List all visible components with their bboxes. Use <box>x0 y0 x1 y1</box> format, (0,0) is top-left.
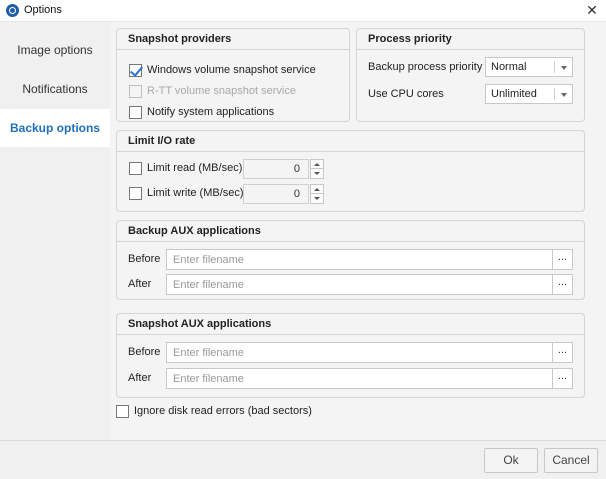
limit-io-group: Limit I/O rate Limit read (MB/sec) 0 Lim… <box>116 130 585 212</box>
limit-io-title: Limit I/O rate <box>117 131 584 152</box>
title-bar: Options ✕ <box>0 0 606 22</box>
sidebar-item-notifications[interactable]: Notifications <box>0 70 110 108</box>
backup-aux-title: Backup AUX applications <box>117 221 584 242</box>
spin-arrows-icon[interactable] <box>310 184 324 204</box>
limit-read-value: 0 <box>293 163 300 175</box>
limit-write-option[interactable]: Limit write (MB/sec) <box>129 185 249 203</box>
windows-vss-option[interactable]: Windows volume snapshot service <box>129 62 339 80</box>
rtt-vss-checkbox <box>129 85 142 98</box>
limit-read-label: Limit read (MB/sec) <box>147 162 243 174</box>
chevron-down-icon <box>561 93 567 97</box>
backup-aux-after-label: After <box>128 278 152 290</box>
snapshot-aux-before-label: Before <box>128 346 161 358</box>
backup-priority-label: Backup process priority <box>368 61 483 73</box>
cancel-button[interactable]: Cancel <box>544 448 598 473</box>
limit-write-value: 0 <box>293 188 300 200</box>
app-logo-icon <box>6 4 19 17</box>
spin-arrows-icon[interactable] <box>310 159 324 179</box>
backup-aux-after-input[interactable] <box>166 274 553 295</box>
process-priority-title: Process priority <box>357 29 584 50</box>
backup-priority-dropdown[interactable]: Normal <box>485 57 573 77</box>
windows-vss-label: Windows volume snapshot service <box>147 64 316 76</box>
limit-read-option[interactable]: Limit read (MB/sec) <box>129 160 249 178</box>
backup-options-panel: Snapshot providers Windows volume snapsh… <box>110 22 606 440</box>
snapshot-providers-group: Snapshot providers Windows volume snapsh… <box>116 28 350 122</box>
snapshot-aux-group: Snapshot AUX applications Before ... Aft… <box>116 313 585 398</box>
limit-write-label: Limit write (MB/sec) <box>147 187 244 199</box>
ignore-read-errors-option[interactable]: Ignore disk read errors (bad sectors) <box>116 403 376 421</box>
limit-write-increment[interactable] <box>310 184 324 194</box>
cpu-cores-value: Unlimited <box>491 88 537 100</box>
snapshot-aux-before-browse-button[interactable]: ... <box>552 342 573 363</box>
backup-priority-value: Normal <box>491 61 527 73</box>
sidebar-item-backup-options[interactable]: Backup options <box>0 109 110 147</box>
backup-aux-before-label: Before <box>128 253 161 265</box>
snapshot-aux-before-input[interactable] <box>166 342 553 363</box>
backup-aux-after-browse-button[interactable]: ... <box>552 274 573 295</box>
snapshot-aux-after-input[interactable] <box>166 368 553 389</box>
snapshot-aux-after-label: After <box>128 372 152 384</box>
limit-read-stepper[interactable]: 0 <box>243 159 309 179</box>
rtt-vss-label: R-TT volume snapshot service <box>147 85 296 97</box>
snapshot-aux-after-browse-button[interactable]: ... <box>552 368 573 389</box>
window-title: Options <box>24 4 62 16</box>
chevron-down-icon <box>561 66 567 70</box>
ignore-read-errors-checkbox[interactable] <box>116 405 129 418</box>
notify-apps-label: Notify system applications <box>147 106 275 118</box>
limit-write-stepper[interactable]: 0 <box>243 184 309 204</box>
ok-button[interactable]: Ok <box>484 448 538 473</box>
limit-read-increment[interactable] <box>310 159 324 169</box>
backup-aux-before-browse-button[interactable]: ... <box>552 249 573 270</box>
rtt-vss-option: R-TT volume snapshot service <box>129 83 339 101</box>
sidebar-item-image-options[interactable]: Image options <box>0 31 110 69</box>
notify-apps-checkbox[interactable] <box>129 106 142 119</box>
snapshot-aux-title: Snapshot AUX applications <box>117 314 584 335</box>
cpu-cores-label: Use CPU cores <box>368 88 444 100</box>
limit-write-decrement[interactable] <box>310 194 324 204</box>
windows-vss-checkbox[interactable] <box>129 64 142 77</box>
snapshot-providers-title: Snapshot providers <box>117 29 349 50</box>
backup-aux-group: Backup AUX applications Before ... After… <box>116 220 585 300</box>
limit-read-checkbox[interactable] <box>129 162 142 175</box>
process-priority-group: Process priority Backup process priority… <box>356 28 585 122</box>
backup-aux-before-input[interactable] <box>166 249 553 270</box>
cpu-cores-dropdown[interactable]: Unlimited <box>485 84 573 104</box>
close-icon[interactable]: ✕ <box>578 0 606 22</box>
ignore-read-errors-label: Ignore disk read errors (bad sectors) <box>134 405 312 417</box>
limit-read-decrement[interactable] <box>310 169 324 179</box>
sidebar: Image options Notifications Backup optio… <box>0 22 110 440</box>
notify-apps-option[interactable]: Notify system applications <box>129 104 339 122</box>
limit-write-checkbox[interactable] <box>129 187 142 200</box>
dialog-footer: Ok Cancel <box>0 440 606 479</box>
